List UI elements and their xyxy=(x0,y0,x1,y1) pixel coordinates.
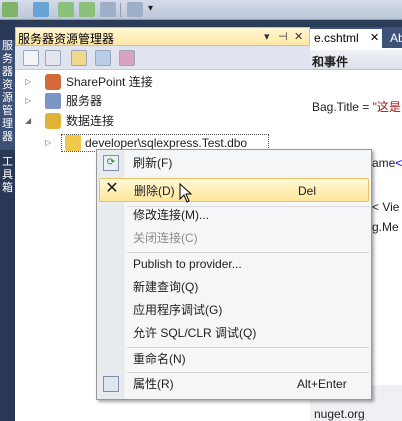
menu-item-label: 允许 SQL/CLR 调试(Q) xyxy=(133,326,257,340)
panel-toolbar xyxy=(15,46,310,70)
menu-item-label: 新建查询(Q) xyxy=(133,280,199,294)
tree-node-servers[interactable]: ▷ 服务器 xyxy=(25,92,225,110)
properties-icon xyxy=(103,376,119,392)
code-text: g.Me xyxy=(372,220,399,234)
menu-item-modify-connection[interactable]: 修改连接(M)... xyxy=(99,204,369,226)
sharepoint-connect-icon[interactable] xyxy=(119,50,135,66)
refresh-icon: ⟳ xyxy=(103,155,119,171)
tree-node-label: 服务器 xyxy=(66,94,103,108)
menu-item-label: 重命名(N) xyxy=(133,352,186,366)
context-menu: ⟳ 刷新(F) ✕ 删除(D) Del 修改连接(M)... 关闭连接(C) P… xyxy=(96,149,372,400)
code-string: "这是 xyxy=(372,100,401,114)
menu-item-refresh[interactable]: ⟳ 刷新(F) xyxy=(99,152,369,174)
server-icon xyxy=(45,93,61,109)
code-line[interactable]: < Vie xyxy=(372,200,399,214)
tree-node-sharepoint[interactable]: ▷ SharePoint 连接 xyxy=(25,73,225,91)
server-explorer-side-tab[interactable]: 服务器资源管理器 xyxy=(0,40,15,150)
auto-hide-icon[interactable]: ⊣ xyxy=(278,30,288,43)
menu-item-label: 删除(D) xyxy=(134,184,175,198)
code-tag: < xyxy=(395,156,402,170)
menu-item-label: 应用程序调试(G) xyxy=(133,303,223,317)
connect-server-icon[interactable] xyxy=(95,50,111,66)
menu-item-label: 修改连接(M)... xyxy=(133,208,209,222)
menu-item-app-debug[interactable]: 应用程序调试(G) xyxy=(99,299,369,321)
tree-node-label: SharePoint 连接 xyxy=(66,75,153,89)
data-connection-icon xyxy=(65,135,81,151)
main-toolbar: ▾ xyxy=(0,0,402,20)
editor-tab-strip: e.cshtml ✕ Ab xyxy=(310,27,402,48)
code-text: Bag.Title = xyxy=(312,100,373,114)
tab-next[interactable]: Ab xyxy=(386,29,402,48)
start-debug-icon[interactable] xyxy=(2,2,18,17)
tab-label: e.cshtml xyxy=(314,31,359,45)
panel-title: 服务器资源管理器 xyxy=(18,32,115,46)
refresh-icon[interactable] xyxy=(23,50,39,66)
expand-arrow-icon[interactable]: ▷ xyxy=(25,97,33,105)
menu-item-new-query[interactable]: 新建查询(Q) xyxy=(99,276,369,298)
menu-item-properties[interactable]: 属性(R) Alt+Enter xyxy=(99,373,369,395)
panel-close-icon[interactable]: ✕ xyxy=(294,30,303,43)
stop-icon[interactable] xyxy=(45,50,61,66)
tree-node-data-connections[interactable]: ◢ 数据连接 xyxy=(25,112,225,130)
tree-node-label: 数据连接 xyxy=(66,114,115,128)
toolbar-separator xyxy=(120,3,121,17)
code-line[interactable]: g.Me xyxy=(372,220,399,234)
mouse-cursor-icon xyxy=(179,183,193,203)
tab-label: Ab xyxy=(390,31,402,45)
delete-icon: ✕ xyxy=(105,180,119,197)
menu-item-sqlclr-debug[interactable]: 允许 SQL/CLR 调试(Q) xyxy=(99,322,369,344)
code-text: ame xyxy=(372,156,396,170)
sharepoint-icon xyxy=(45,74,61,90)
menu-item-label: Publish to provider... xyxy=(133,257,242,271)
window-icon[interactable] xyxy=(100,2,116,17)
menu-item-shortcut: Del xyxy=(298,184,317,198)
tab-close-icon[interactable]: ✕ xyxy=(370,29,379,47)
toolbar-overflow-icon[interactable]: ▾ xyxy=(148,3,153,14)
expand-arrow-icon[interactable]: ▷ xyxy=(45,139,53,147)
step-icon[interactable] xyxy=(58,2,74,17)
code-line[interactable]: Bag.Title = "这是 xyxy=(312,98,401,115)
expand-arrow-icon[interactable]: ▷ xyxy=(25,78,33,86)
menu-item-rename[interactable]: 重命名(N) xyxy=(99,348,369,370)
member-dropdown-label: 和事件 xyxy=(312,55,349,69)
debug-settings-icon[interactable] xyxy=(33,2,49,17)
left-tool-strip: 服务器资源管理器 工具箱 xyxy=(0,20,15,421)
panel-title-bar: 服务器资源管理器 ▾ ⊣ ✕ xyxy=(15,27,310,46)
connect-database-icon[interactable] xyxy=(71,50,87,66)
menu-item-label: 属性(R) xyxy=(133,377,174,391)
toolbox-side-tab[interactable]: 工具箱 xyxy=(0,156,15,204)
menu-item-delete[interactable]: ✕ 删除(D) Del xyxy=(99,178,369,202)
panel-menu-icon[interactable]: ▾ xyxy=(264,30,270,43)
collapse-arrow-icon[interactable]: ◢ xyxy=(25,117,33,125)
menu-item-close-connection[interactable]: 关闭连接(C) xyxy=(99,227,369,249)
tab-cshtml[interactable]: e.cshtml ✕ xyxy=(310,29,382,48)
breakpoint-icon[interactable] xyxy=(79,2,95,17)
menu-item-publish[interactable]: Publish to provider... xyxy=(99,253,369,275)
code-line[interactable]: ame< xyxy=(372,156,402,170)
database-icon xyxy=(45,113,61,129)
layout-icon[interactable] xyxy=(127,2,143,17)
menu-item-label: 关闭连接(C) xyxy=(133,231,198,245)
menu-item-shortcut: Alt+Enter xyxy=(297,377,347,391)
code-text: < Vie xyxy=(372,200,400,214)
menu-item-label: 刷新(F) xyxy=(133,156,173,170)
footer-text: nuget.org xyxy=(314,407,365,421)
member-dropdown-bar[interactable]: 和事件 xyxy=(310,50,402,70)
